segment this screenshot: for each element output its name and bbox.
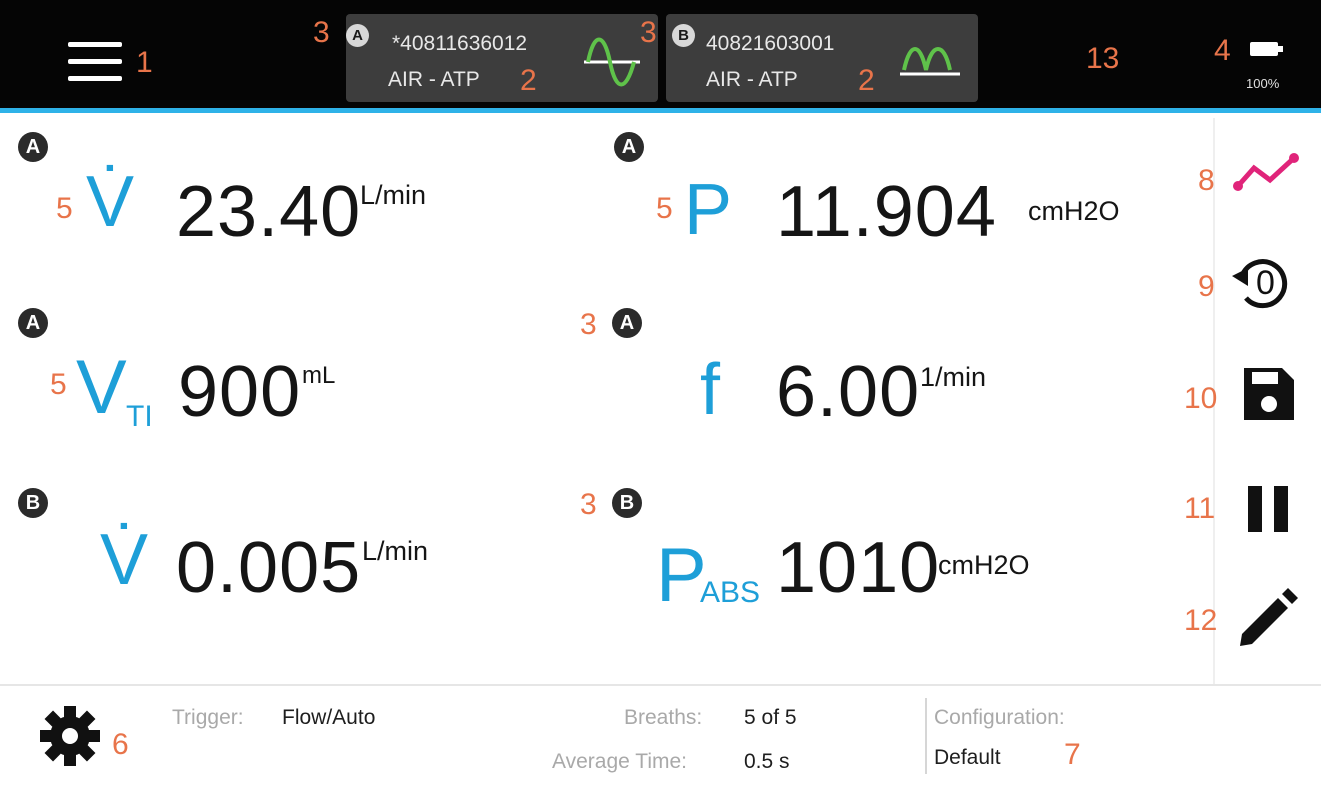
sensor-b-card[interactable]: B 40821603001 AIR - ATP <box>666 14 978 102</box>
channel-a-badge: A <box>346 24 369 47</box>
average-time-value: 0.5 s <box>744 750 790 773</box>
channel-b-badge: B <box>672 24 695 47</box>
trigger-label: Trigger: <box>172 706 244 729</box>
reading-unit: L/min <box>362 536 429 566</box>
callout-label: 5 <box>656 192 673 225</box>
breaths-value: 5 of 5 <box>744 706 797 729</box>
footer-separator <box>925 698 927 774</box>
reading-tile-flow-a[interactable]: A 5 V̇ 23.40 L/min <box>0 118 600 298</box>
top-bar <box>0 0 1321 108</box>
reading-tile-rate-a[interactable]: 3 A f 6.00 1/min <box>580 298 1210 478</box>
reading-value: 1010 <box>776 528 941 608</box>
pause-bar-left <box>1248 486 1262 532</box>
sensor-a-serial: *40811636012 <box>392 32 528 55</box>
chart-line-icon[interactable] <box>1232 150 1302 194</box>
reading-tile-flow-b[interactable]: B V̇ 0.005 L/min <box>0 478 600 678</box>
rate-symbol: f <box>700 350 721 430</box>
top-bar-accent-line <box>0 108 1321 113</box>
volume-subscript: TI <box>126 400 153 433</box>
half-wave-icon <box>900 47 960 76</box>
breaths-label: Breaths: <box>624 706 703 729</box>
sensor-a-mode: AIR - ATP <box>388 68 480 91</box>
channel-badge: A <box>614 132 644 162</box>
save-icon[interactable] <box>1242 366 1296 422</box>
channel-badge: A <box>18 132 48 162</box>
callout-label: 13 <box>1086 42 1120 75</box>
trigger-value: Flow/Auto <box>282 706 376 729</box>
channel-badge: B <box>612 488 642 518</box>
callout-label: 2 <box>858 64 875 97</box>
pause-bar-right <box>1274 486 1288 532</box>
average-time-label: Average Time: <box>552 750 688 773</box>
gear-icon[interactable] <box>38 704 102 768</box>
callout-label: 3 <box>640 16 657 49</box>
pause-icon[interactable] <box>1248 486 1292 532</box>
sensor-b-mode: AIR - ATP <box>706 68 798 91</box>
callout-label: 8 <box>1198 164 1215 197</box>
callout-label: 5 <box>50 368 67 401</box>
reading-value: 6.00 <box>776 352 921 432</box>
battery-level: 100% <box>1246 76 1280 91</box>
abs-pressure-subscript: ABS <box>700 576 761 609</box>
reading-unit: cmH2O <box>938 550 1030 580</box>
callout-label: 9 <box>1198 270 1215 303</box>
battery-tip <box>1278 46 1283 52</box>
zero-reset-icon[interactable]: 0 <box>1228 254 1304 310</box>
configuration-label: Configuration: <box>934 706 1065 729</box>
reading-tile-pabs-b[interactable]: 3 B P ABS 1010 cmH2O <box>580 478 1210 678</box>
reading-unit: cmH2O <box>1028 196 1120 226</box>
sensor-a-card[interactable]: A *40811636012 AIR - ATP <box>346 14 658 102</box>
sine-wave-icon <box>584 37 640 87</box>
reading-unit: mL <box>302 362 336 389</box>
callout-label: 5 <box>56 192 73 225</box>
callout-label: 3 <box>580 488 597 521</box>
footer-divider <box>0 684 1321 686</box>
sensor-b-serial: 40821603001 <box>706 32 835 55</box>
callout-label: 7 <box>1064 738 1081 771</box>
flow-symbol: V̇ <box>100 520 149 600</box>
pressure-symbol: P <box>684 170 733 250</box>
reading-unit: L/min <box>360 180 427 210</box>
reading-value: 900 <box>178 352 302 432</box>
callout-label: 10 <box>1184 382 1218 415</box>
callout-label: 6 <box>112 728 129 761</box>
reading-value: 11.904 <box>776 172 997 252</box>
volume-symbol: V <box>76 345 127 430</box>
callout-label: 4 <box>1214 34 1231 67</box>
battery-icon <box>1250 42 1278 56</box>
callout-label: 2 <box>520 64 537 97</box>
callout-label: 3 <box>580 308 597 341</box>
channel-badge: A <box>612 308 642 338</box>
callout-label: 1 <box>136 46 153 79</box>
channel-badge: B <box>18 488 48 518</box>
reading-value: 23.40 <box>176 172 362 252</box>
reading-unit: 1/min <box>920 362 987 392</box>
channel-badge: A <box>18 308 48 338</box>
flow-symbol: V̇ <box>86 162 135 242</box>
callout-label: 11 <box>1184 492 1216 525</box>
callout-label: 3 <box>313 16 330 49</box>
pencil-edit-icon[interactable] <box>1236 588 1298 650</box>
reading-value: 0.005 <box>176 528 362 608</box>
configuration-value[interactable]: Default <box>934 746 1001 770</box>
zero-text: 0 <box>1256 264 1275 302</box>
callout-label: 12 <box>1184 604 1218 637</box>
reading-tile-volume-a[interactable]: A 5 V TI 900 mL <box>0 298 600 478</box>
hamburger-menu-icon[interactable] <box>68 42 122 82</box>
reading-tile-pressure-a[interactable]: A 5 P 11.904 cmH2O <box>600 118 1210 298</box>
